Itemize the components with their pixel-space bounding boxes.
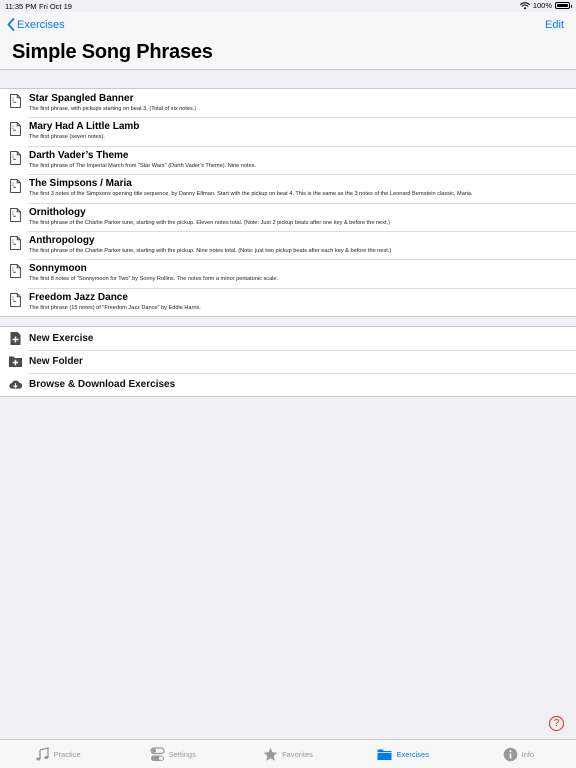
document-icon — [10, 150, 21, 165]
exercise-title: Anthropology — [29, 234, 95, 246]
document-icon — [10, 207, 21, 222]
exercise-description: The first 3 notes of the Simpsons openin… — [29, 191, 473, 198]
browse-download-label: Browse & Download Exercises — [29, 379, 176, 390]
folder-icon — [377, 749, 392, 760]
new-exercise-label: New Exercise — [29, 333, 94, 344]
exercise-row[interactable]: Mary Had A Little Lamb The first phrase … — [0, 117, 576, 145]
exercise-row[interactable]: Freedom Jazz Dance The first phrase (15 … — [0, 287, 576, 316]
tab-info[interactable]: Info — [461, 740, 576, 768]
tab-bar: Practice Settings Favorites Exercises In… — [0, 739, 576, 768]
document-icon — [10, 179, 21, 194]
folder-plus-icon — [9, 356, 22, 367]
star-icon — [263, 747, 278, 761]
exercise-row[interactable]: Sonnymoon The first 8 notes of "Sonnymoo… — [0, 259, 576, 287]
exercise-title: Darth Vader’s Theme — [29, 149, 129, 161]
tab-settings[interactable]: Settings — [115, 740, 230, 768]
exercise-description: The first phrase of The Imperial March f… — [29, 162, 257, 169]
browse-download-button[interactable]: Browse & Download Exercises — [0, 373, 576, 396]
document-icon — [10, 236, 21, 250]
tab-practice-label: Practice — [53, 749, 81, 759]
exercise-title: Freedom Jazz Dance — [29, 291, 128, 303]
document-plus-icon — [10, 332, 21, 345]
page-title: Simple Song Phrases — [12, 41, 213, 63]
navigation-bar: Exercises Edit Simple Song Phrases — [0, 12, 576, 70]
back-button-label: Exercises — [17, 18, 65, 31]
exercise-title: Sonnymoon — [29, 263, 87, 275]
document-icon — [10, 264, 21, 279]
new-exercise-button[interactable]: New Exercise — [0, 327, 576, 350]
tab-favorites[interactable]: Favorites — [230, 740, 345, 768]
battery-icon — [555, 2, 572, 9]
tab-exercises-label: Exercises — [396, 749, 429, 759]
exercise-description: The first phrase, with pickups starting … — [29, 106, 197, 112]
exercise-title: The Simpsons / Maria — [29, 178, 132, 190]
new-folder-label: New Folder — [29, 356, 83, 367]
exercise-description: The first phrase (15 notes) of "Freedom … — [29, 304, 201, 311]
tab-practice[interactable]: Practice — [0, 740, 115, 768]
chevron-left-icon — [7, 18, 15, 31]
exercise-title: Star Spangled Banner — [29, 93, 134, 104]
exercise-title: Ornithology — [29, 206, 86, 218]
exercise-row[interactable]: Ornithology The first phrase of the Char… — [0, 202, 576, 231]
battery-percent: 100% — [532, 1, 552, 10]
document-icon — [10, 94, 21, 108]
exercise-description: The first phrase (seven notes). — [29, 134, 105, 141]
edit-button[interactable]: Edit — [545, 19, 564, 31]
exercise-row[interactable]: Star Spangled Banner The first phrase, w… — [0, 89, 576, 117]
exercise-description: The first phrase of the Charlie Parker t… — [29, 219, 390, 226]
info-icon — [503, 747, 517, 761]
exercise-row[interactable]: The Simpsons / Maria The first 3 notes o… — [0, 174, 576, 202]
status-time: 11:35 PM — [5, 2, 37, 11]
status-right: 100% — [519, 1, 572, 10]
exercise-row[interactable]: Anthropology The first phrase of the Cha… — [0, 230, 576, 259]
document-icon — [10, 122, 21, 137]
toggles-icon — [150, 746, 165, 761]
exercise-list: Star Spangled Banner The first phrase, w… — [0, 88, 576, 318]
back-button[interactable]: Exercises — [7, 18, 65, 31]
tab-info-label: Info — [521, 749, 535, 759]
music-note-icon — [35, 746, 49, 760]
status-bar: 11:35 PM Fri Oct 19 100% — [0, 0, 576, 12]
tab-favorites-label: Favorites — [282, 749, 313, 759]
actions-list: New Exercise New Folder Browse & Downloa… — [0, 326, 576, 397]
status-date: Fri Oct 19 — [39, 2, 72, 11]
exercise-description: The first 8 notes of "Sonnymoon for Two"… — [29, 276, 279, 283]
document-icon — [10, 292, 21, 307]
exercise-title: Mary Had A Little Lamb — [29, 121, 140, 133]
exercise-description: The first phrase of the Charlie Parker t… — [29, 247, 392, 254]
tab-exercises[interactable]: Exercises — [346, 740, 461, 768]
help-button[interactable]: ? — [549, 716, 564, 731]
cloud-download-icon — [9, 380, 22, 389]
new-folder-button[interactable]: New Folder — [0, 350, 576, 373]
wifi-icon — [519, 1, 530, 9]
exercise-row[interactable]: Darth Vader’s Theme The first phrase of … — [0, 145, 576, 174]
tab-settings-label: Settings — [168, 749, 196, 759]
